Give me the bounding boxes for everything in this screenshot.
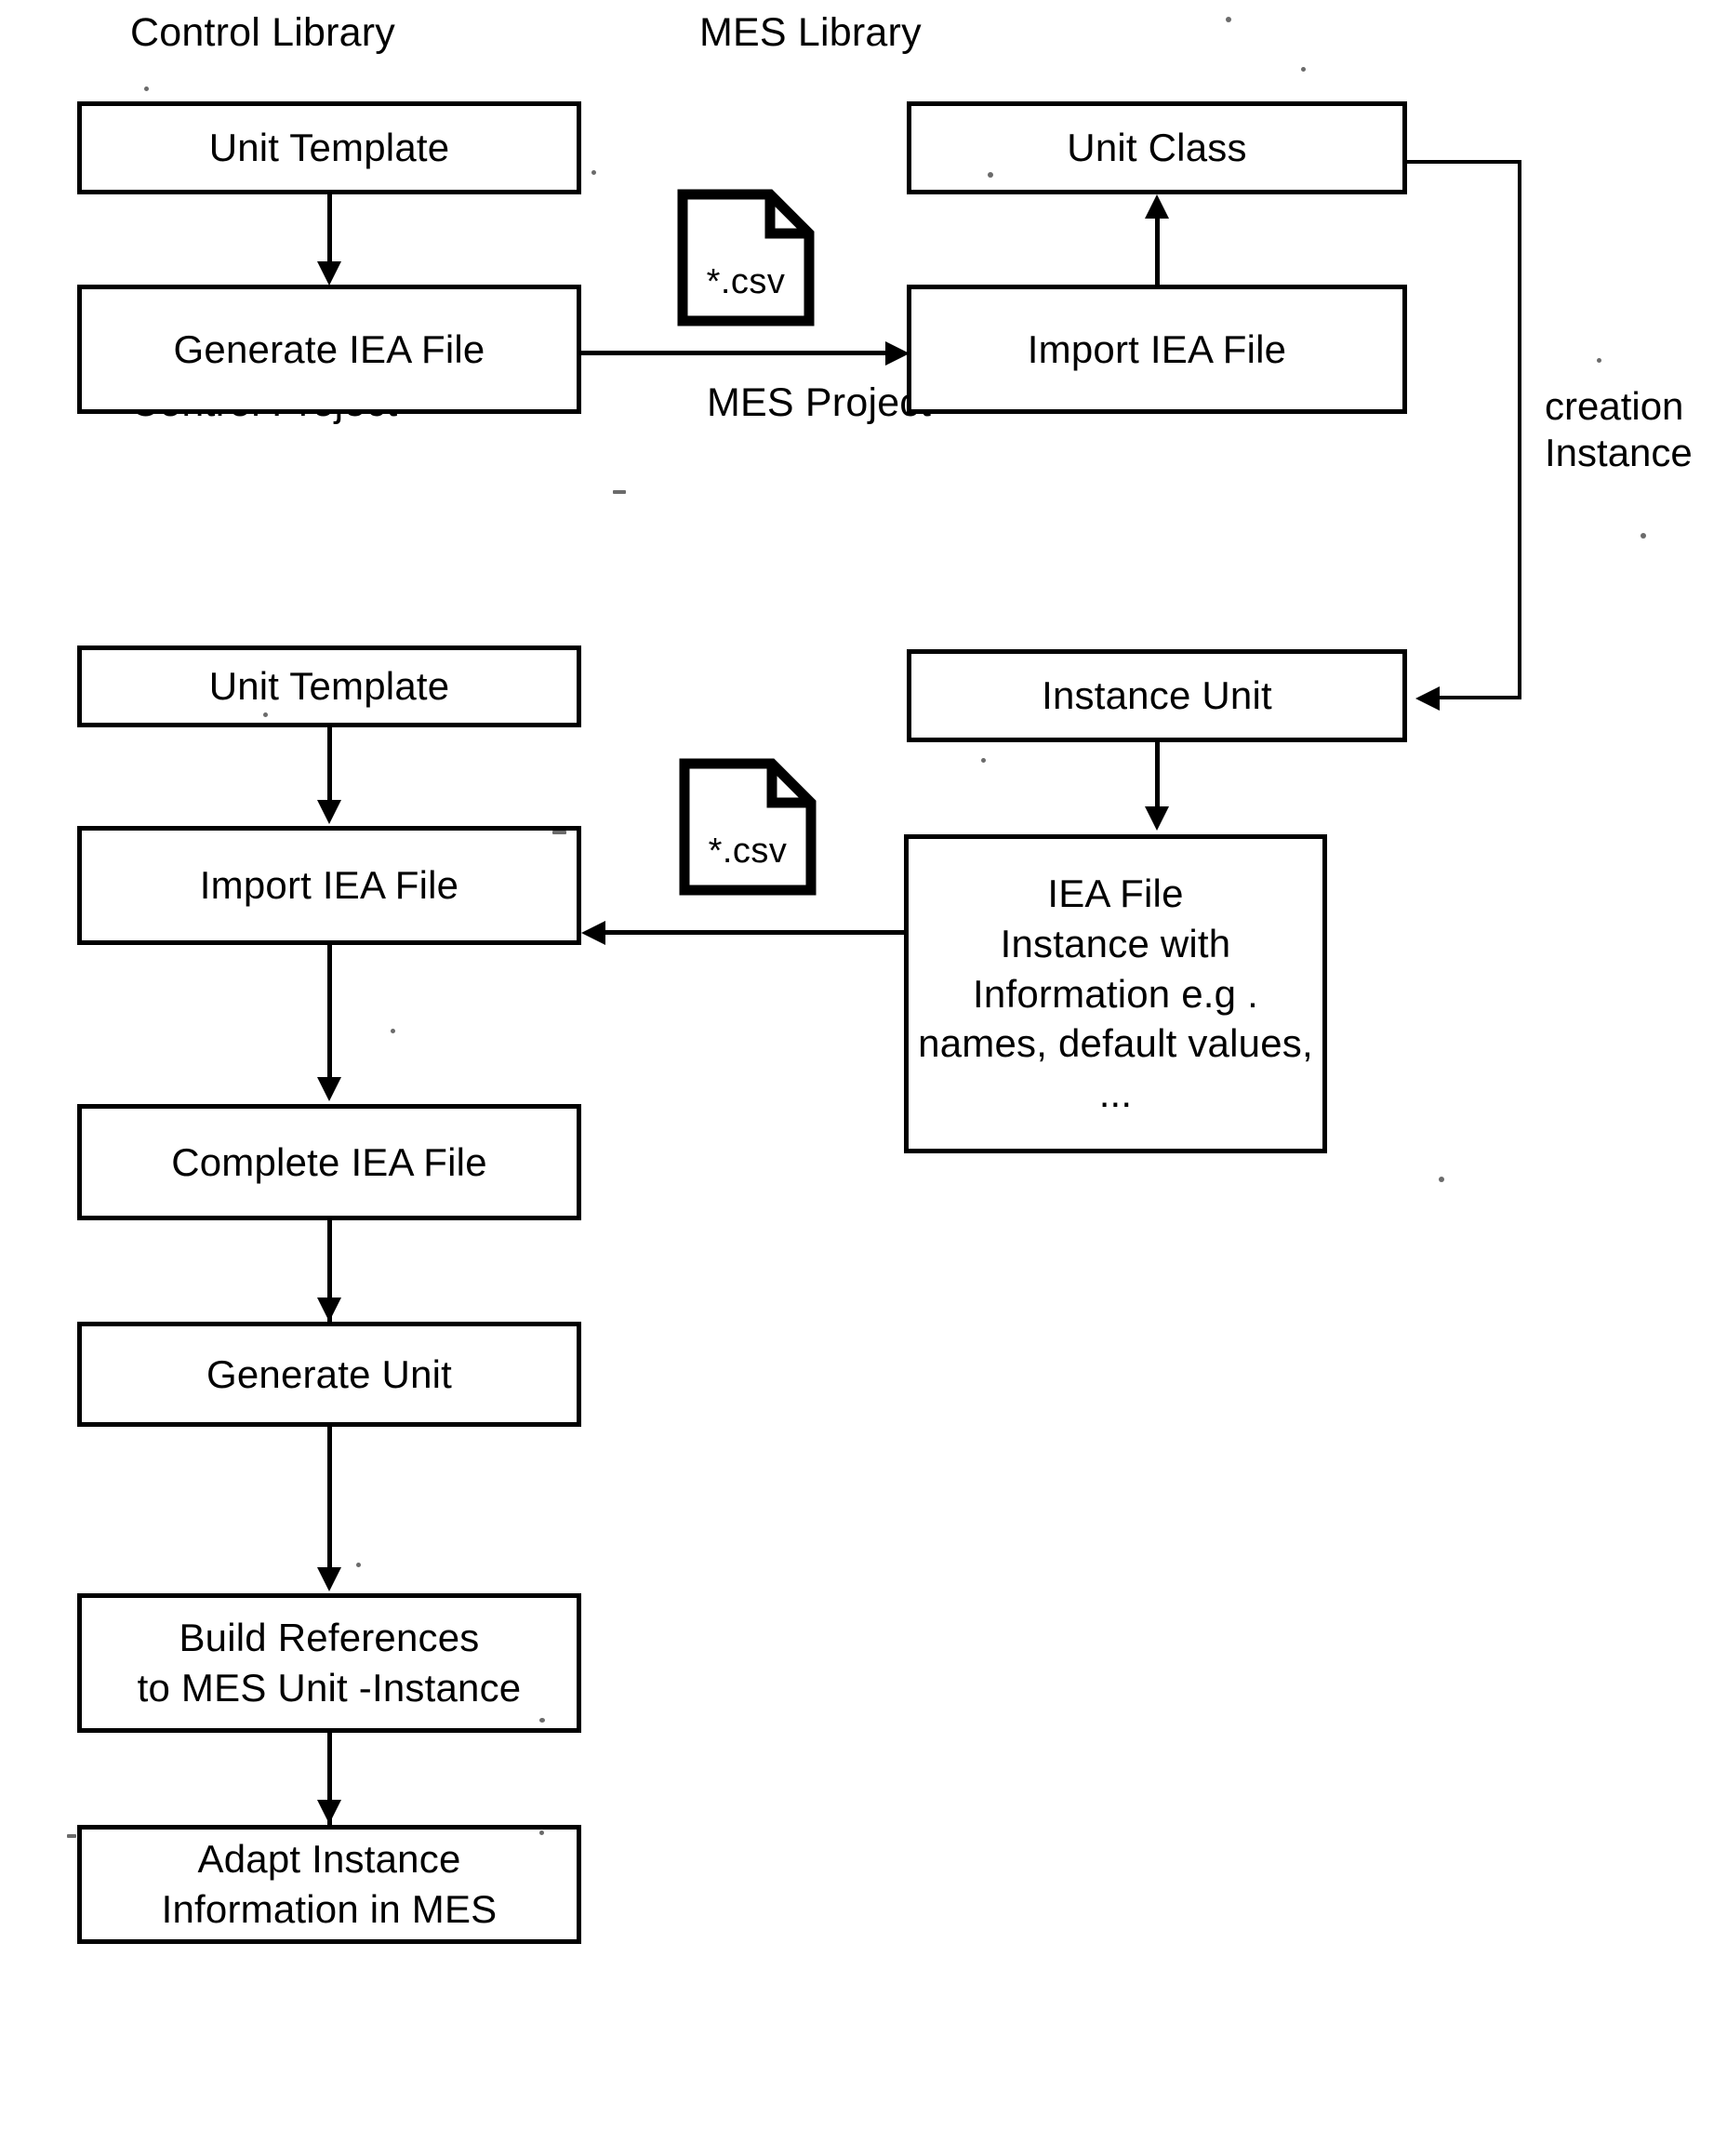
box-mes-library-import-iea-file[interactable]: Import IEA File xyxy=(907,285,1407,414)
connector-lib-template-to-generate xyxy=(327,194,332,265)
csv-file-icon: *.csv xyxy=(677,189,815,326)
csv-file-icon: *.csv xyxy=(679,758,817,896)
box-label: Adapt Instance Information in MES xyxy=(161,1837,498,1931)
scan-speck xyxy=(1439,1177,1444,1182)
connector-creation-vertical xyxy=(1518,160,1521,698)
scan-speck xyxy=(539,1718,545,1723)
arrowhead-up-icon xyxy=(1145,194,1169,219)
scan-speck xyxy=(981,758,986,763)
scan-speck xyxy=(67,1834,76,1838)
scan-speck xyxy=(1597,358,1601,363)
connector-import-to-complete xyxy=(327,945,332,1080)
arrowhead-left-icon xyxy=(581,921,605,945)
box-label: Complete IEA File xyxy=(171,1139,487,1184)
box-label: Generate IEA File xyxy=(173,326,485,371)
scan-speck xyxy=(552,831,566,834)
box-mes-project-instance-unit[interactable]: Instance Unit xyxy=(907,649,1407,742)
edge-label-creation-instance: creation Instance xyxy=(1545,384,1693,474)
scan-speck xyxy=(988,172,993,178)
connector-creation-horizontal-top xyxy=(1405,160,1521,164)
section-title-mes-library: MES Library xyxy=(699,10,922,55)
arrowhead-down-icon xyxy=(317,1567,341,1591)
scan-speck xyxy=(591,170,596,175)
box-label: Import IEA File xyxy=(199,863,459,908)
box-label: Unit Class xyxy=(1067,126,1247,170)
connector-iea-file-to-proj-import xyxy=(605,930,908,935)
csv-file-label: *.csv xyxy=(708,832,788,871)
arrowhead-down-icon xyxy=(317,800,341,824)
section-title-control-library: Control Library xyxy=(130,10,395,55)
connector-generate-unit-to-build-refs xyxy=(327,1427,332,1568)
box-label: Build References to MES Unit -Instance xyxy=(137,1616,522,1710)
scan-speck xyxy=(356,1563,361,1567)
scan-speck xyxy=(1301,67,1306,72)
scan-speck xyxy=(539,1830,544,1835)
box-label: Generate Unit xyxy=(206,1351,453,1396)
arrowhead-left-icon xyxy=(1415,686,1440,711)
box-label: Unit Template xyxy=(208,664,450,709)
box-control-project-build-references[interactable]: Build References to MES Unit -Instance xyxy=(77,1593,581,1733)
box-control-project-unit-template[interactable]: Unit Template xyxy=(77,645,581,727)
box-control-library-unit-template[interactable]: Unit Template xyxy=(77,101,581,194)
box-control-project-import-iea-file[interactable]: Import IEA File xyxy=(77,826,581,945)
box-control-library-generate-iea-file[interactable]: Generate IEA File xyxy=(77,285,581,414)
figure-canvas: Control Library MES Library Control Proj… xyxy=(0,0,1727,2156)
connector-instance-unit-to-iea-file xyxy=(1155,742,1160,809)
connector-creation-horizontal-bottom xyxy=(1440,696,1521,699)
box-label: Import IEA File xyxy=(1027,326,1287,371)
box-mes-project-iea-file[interactable]: IEA File Instance with Information e.g .… xyxy=(904,834,1327,1153)
csv-file-label: *.csv xyxy=(706,262,786,301)
arrowhead-down-icon xyxy=(317,1077,341,1101)
arrowhead-down-icon xyxy=(1145,806,1169,831)
scan-speck xyxy=(391,1029,395,1033)
scan-speck xyxy=(263,712,268,717)
box-control-project-complete-iea-file[interactable]: Complete IEA File xyxy=(77,1104,581,1220)
connector-import-to-unit-class xyxy=(1155,219,1160,286)
scan-speck xyxy=(613,490,626,494)
box-control-project-adapt-instance[interactable]: Adapt Instance Information in MES xyxy=(77,1825,581,1944)
box-label: Unit Template xyxy=(208,126,450,170)
box-label: Instance Unit xyxy=(1042,673,1272,718)
connector-generate-to-import xyxy=(581,351,891,355)
box-control-project-generate-unit[interactable]: Generate Unit xyxy=(77,1322,581,1427)
connector-proj-template-to-import xyxy=(327,727,332,804)
box-mes-library-unit-class[interactable]: Unit Class xyxy=(907,101,1407,194)
arrowhead-down-icon xyxy=(317,1800,341,1824)
arrowhead-down-icon xyxy=(317,1298,341,1322)
scan-speck xyxy=(144,87,149,91)
scan-speck xyxy=(1226,17,1231,22)
arrowhead-down-icon xyxy=(317,261,341,286)
scan-speck xyxy=(1641,533,1646,539)
box-label: IEA File Instance with Information e.g .… xyxy=(918,872,1313,1116)
section-title-mes-project: MES Project xyxy=(707,380,932,425)
